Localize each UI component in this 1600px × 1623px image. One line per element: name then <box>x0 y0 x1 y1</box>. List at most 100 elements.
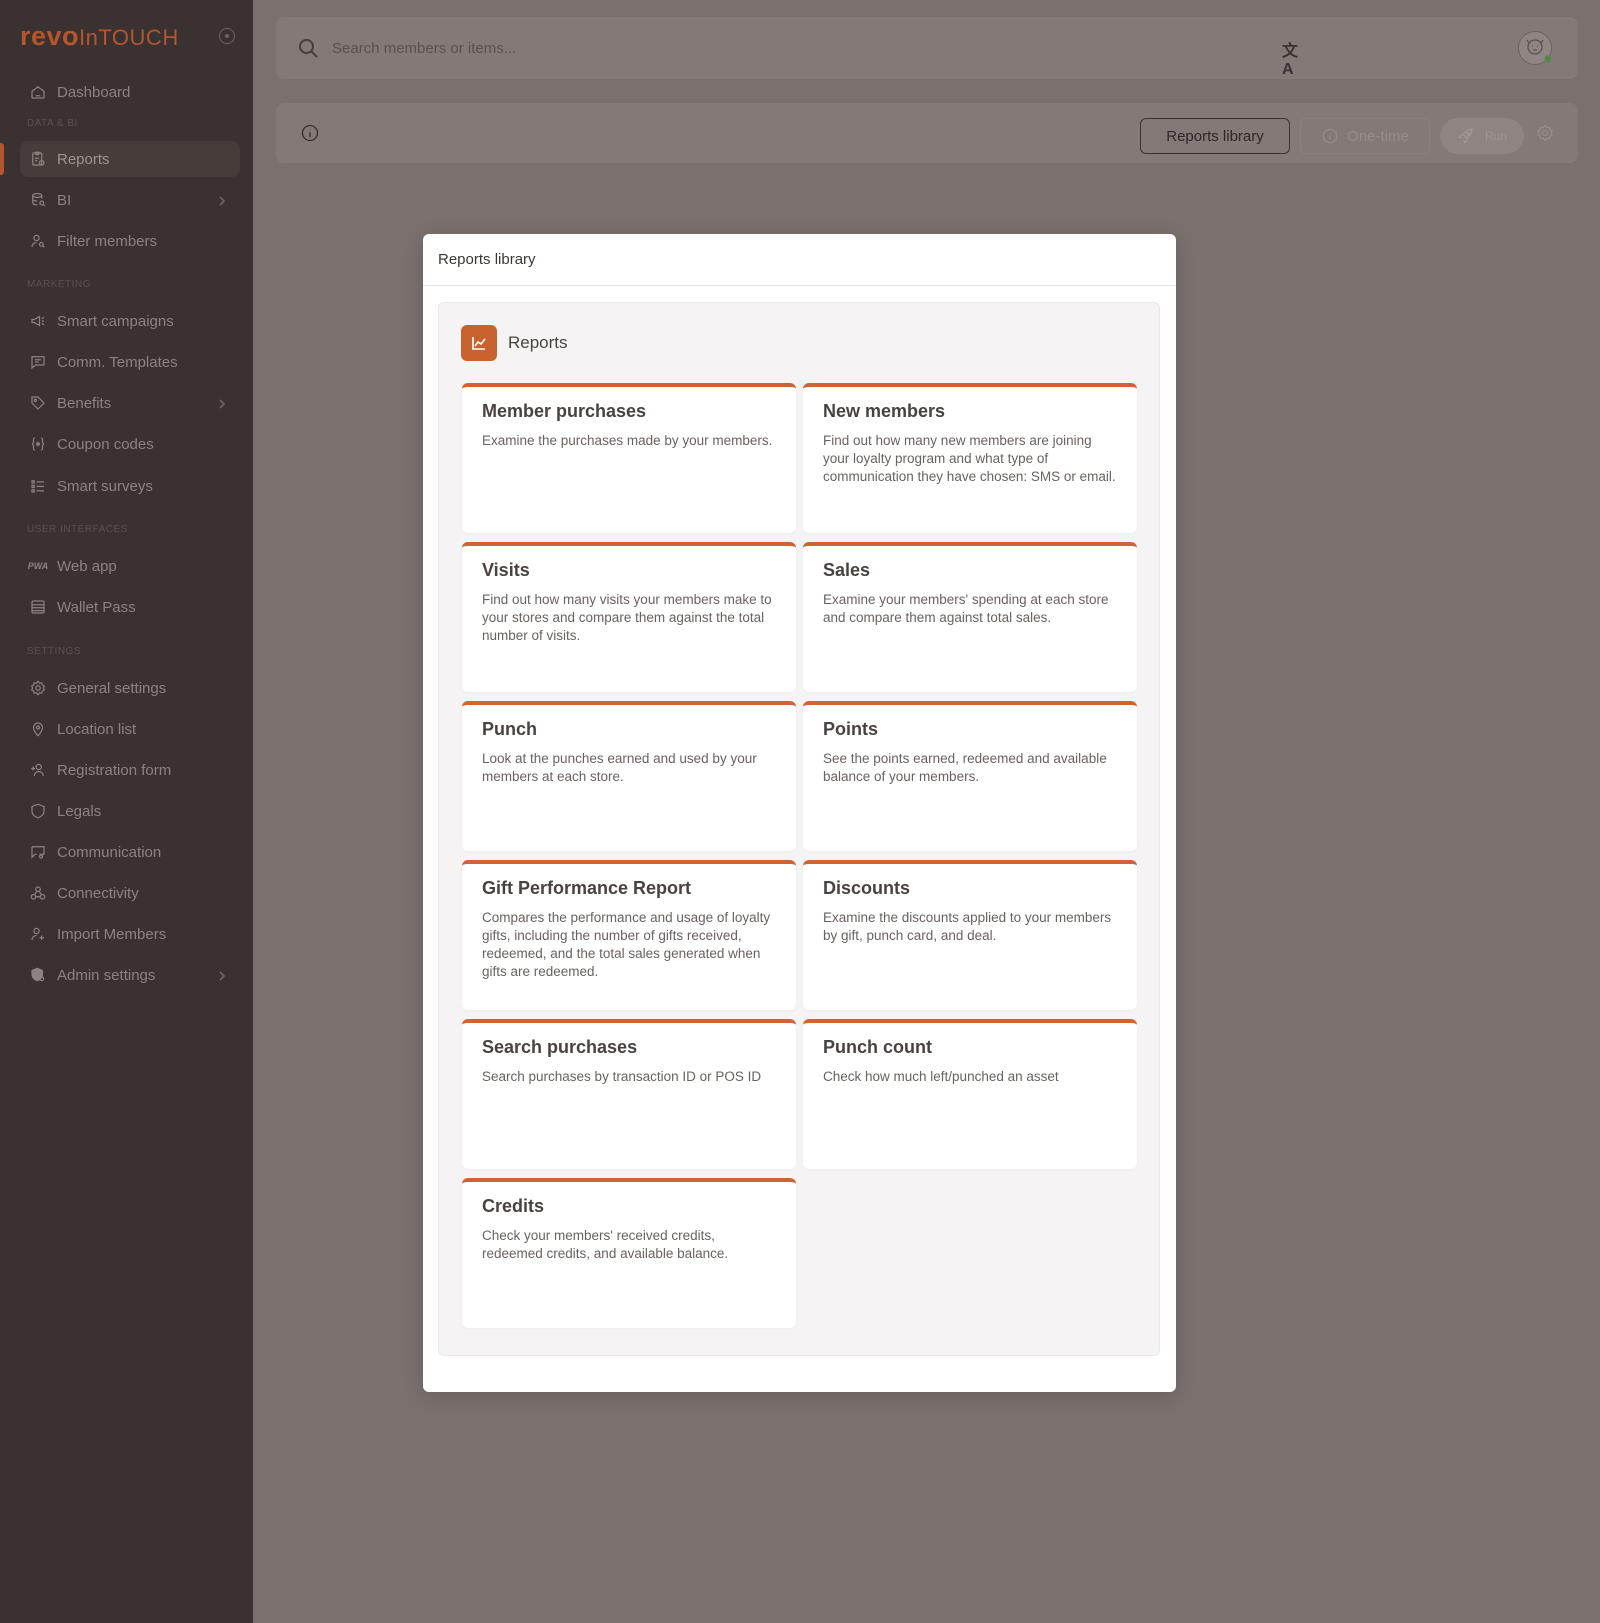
sidebar-item-label: Admin settings <box>57 966 156 984</box>
section-label-settings: SETTINGS <box>27 646 82 657</box>
sidebar-item-connectivity[interactable]: Connectivity <box>20 875 240 911</box>
card-description: Examine the purchases made by your membe… <box>482 433 773 448</box>
sidebar-item-benefits[interactable]: Benefits <box>20 385 240 421</box>
tag-icon <box>28 393 48 413</box>
database-search-icon <box>28 190 48 210</box>
sidebar-item-label: Smart campaigns <box>57 312 174 330</box>
gear-icon <box>28 678 48 698</box>
card-title: Punch count <box>823 1037 932 1057</box>
report-card-points[interactable]: Points See the points earned, redeemed a… <box>803 701 1137 851</box>
map-pin-icon <box>28 719 48 739</box>
message-icon <box>28 352 48 372</box>
avatar[interactable] <box>1518 31 1552 65</box>
user-import-icon <box>28 924 48 944</box>
app-logo[interactable]: revoInTOUCH <box>20 21 179 52</box>
sidebar-item-label: Import Members <box>57 925 167 943</box>
card-description: Check your members' received credits, re… <box>482 1228 729 1261</box>
shield-gear-icon <box>28 965 48 985</box>
card-title: Punch <box>482 719 538 739</box>
card-description: Find out how many visits your members ma… <box>482 592 772 643</box>
sidebar-item-filter-members[interactable]: Filter members <box>20 223 240 259</box>
online-status-indicator <box>1544 55 1552 63</box>
report-card-sales[interactable]: Sales Examine your members' spending at … <box>803 542 1137 692</box>
top-bar: 文A <box>276 17 1578 79</box>
modal-title: Reports library <box>423 234 1176 286</box>
card-title: Search purchases <box>482 1037 638 1057</box>
sidebar-item-label: Registration form <box>57 761 172 779</box>
sidebar-item-import-members[interactable]: Import Members <box>20 916 240 952</box>
run-button[interactable]: Run <box>1440 118 1524 154</box>
chevron-right-icon <box>216 969 228 981</box>
sidebar-item-label: Filter members <box>57 232 158 250</box>
sidebar-item-admin-settings[interactable]: Admin settings <box>20 957 240 993</box>
wallet-icon <box>28 597 48 617</box>
sidebar-item-legals[interactable]: Legals <box>20 793 240 829</box>
report-toolbar: Reports library One-time Run <box>276 103 1578 163</box>
sidebar-toggle-icon[interactable] <box>219 28 235 44</box>
reports-library-button[interactable]: Reports library <box>1140 118 1290 154</box>
reports-group: Reports Member purchases Examine the pur… <box>438 302 1160 1356</box>
message-settings-icon <box>28 842 48 862</box>
card-title: Visits <box>482 560 530 580</box>
sidebar-item-label: Benefits <box>57 394 112 412</box>
card-description: Find out how many new members are joinin… <box>823 433 1116 484</box>
report-card-punch-count[interactable]: Punch count Check how much left/punched … <box>803 1019 1137 1169</box>
sidebar-item-wallet-pass[interactable]: Wallet Pass <box>20 589 240 625</box>
sidebar-item-registration-form[interactable]: Registration form <box>20 752 240 788</box>
report-card-discounts[interactable]: Discounts Examine the discounts applied … <box>803 860 1137 1010</box>
sidebar: revoInTOUCH Dashboard DATA & BI Reports … <box>0 0 253 1623</box>
chart-line-icon <box>461 325 497 361</box>
user-plus-icon <box>28 760 48 780</box>
report-card-visits[interactable]: Visits Find out how many visits your mem… <box>462 542 796 692</box>
group-header: Reports <box>461 325 568 361</box>
report-card-new-members[interactable]: New members Find out how many new member… <box>803 383 1137 533</box>
search-input[interactable] <box>332 35 932 61</box>
webhook-icon <box>28 883 48 903</box>
sidebar-item-label: Location list <box>57 720 137 738</box>
sidebar-item-general-settings[interactable]: General settings <box>20 670 240 706</box>
code-braces-icon <box>28 434 48 454</box>
sidebar-item-dashboard[interactable]: Dashboard <box>20 74 240 110</box>
one-time-label: One-time <box>1347 127 1409 145</box>
sidebar-item-smart-campaigns[interactable]: Smart campaigns <box>20 303 240 339</box>
sidebar-item-label: Dashboard <box>57 83 131 101</box>
card-description: Look at the punches earned and used by y… <box>482 751 757 784</box>
card-title: Sales <box>823 560 871 580</box>
shield-icon <box>28 801 48 821</box>
clipboard-chart-icon <box>28 149 48 169</box>
card-description: See the points earned, redeemed and avai… <box>823 751 1107 784</box>
report-card-search-purchases[interactable]: Search purchases Search purchases by tra… <box>462 1019 796 1169</box>
one-time-button[interactable]: One-time <box>1300 118 1430 154</box>
info-icon[interactable] <box>300 123 320 143</box>
card-title: Member purchases <box>482 401 647 421</box>
sidebar-item-smart-surveys[interactable]: Smart surveys <box>20 468 240 504</box>
report-card-credits[interactable]: Credits Check your members' received cre… <box>462 1178 796 1328</box>
sidebar-item-label: Reports <box>57 150 110 168</box>
translate-icon[interactable]: 文A <box>1282 37 1304 78</box>
report-card-member-purchases[interactable]: Member purchases Examine the purchases m… <box>462 383 796 533</box>
sidebar-item-communication[interactable]: Communication <box>20 834 240 870</box>
chevron-right-icon <box>216 194 228 206</box>
home-icon <box>28 82 48 102</box>
sidebar-item-reports[interactable]: Reports <box>0 141 240 177</box>
logo-row: revoInTOUCH <box>20 20 245 52</box>
sidebar-item-coupon-codes[interactable]: Coupon codes <box>20 426 240 462</box>
card-title: New members <box>823 401 946 421</box>
sidebar-item-label: Comm. Templates <box>57 353 178 371</box>
chevron-right-icon <box>216 397 228 409</box>
sidebar-item-label: Legals <box>57 802 102 820</box>
sidebar-item-comm-templates[interactable]: Comm. Templates <box>20 344 240 380</box>
run-label: Run <box>1484 129 1507 143</box>
report-card-punch[interactable]: Punch Look at the punches earned and use… <box>462 701 796 851</box>
sidebar-item-label: Communication <box>57 843 162 861</box>
sidebar-item-location-list[interactable]: Location list <box>20 711 240 747</box>
gear-icon[interactable] <box>1535 123 1555 143</box>
sidebar-item-web-app[interactable]: PWA Web app <box>20 548 240 584</box>
report-card-gift-performance[interactable]: Gift Performance Report Compares the per… <box>462 860 796 1010</box>
card-title: Points <box>823 719 879 739</box>
section-label-marketing: MARKETING <box>27 279 91 290</box>
sidebar-item-label: Coupon codes <box>57 435 154 453</box>
card-description: Examine your members' spending at each s… <box>823 592 1109 625</box>
sidebar-item-bi[interactable]: BI <box>20 182 240 218</box>
user-search-icon <box>28 231 48 251</box>
